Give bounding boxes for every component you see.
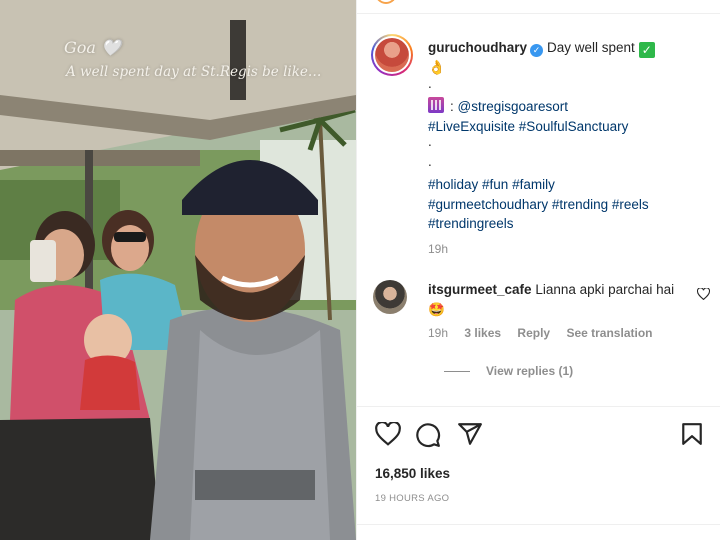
action-bar	[375, 422, 705, 448]
author-avatar-image	[375, 38, 409, 72]
author-username[interactable]: guruchoudhary	[428, 40, 527, 55]
check-mark-icon: ✓	[638, 42, 655, 58]
comment-likes[interactable]: 3 likes	[464, 326, 501, 340]
heart-icon[interactable]	[375, 422, 401, 446]
share-icon[interactable]	[457, 422, 483, 446]
comment-meta: 19h 3 likes Reply See translation	[428, 326, 665, 340]
post-sidebar: guruchoudhary ✓ Day well spent ✓ 👌 . : @str…	[356, 0, 720, 540]
caption-dot: .	[428, 75, 432, 91]
view-replies-button[interactable]: View replies (1)	[428, 364, 573, 378]
hashtags-line-1[interactable]: #LiveExquisite #SoulfulSanctuary	[428, 117, 708, 137]
caption-body: Day well spent	[547, 40, 635, 55]
reply-button[interactable]: Reply	[517, 326, 550, 340]
caption-dot: .	[428, 134, 432, 149]
comment-like-heart-icon[interactable]	[697, 288, 710, 300]
hashtags-line-3[interactable]: #gurmeetchoudhary #trending #reels	[428, 195, 708, 215]
reel-video-frame	[0, 0, 356, 540]
comment-icon[interactable]	[415, 422, 441, 448]
overlay-subtitle: A well spent day at St.Regis be like…	[66, 64, 322, 80]
mention-link[interactable]: @stregisgoaresort	[458, 99, 569, 114]
bookmark-icon[interactable]	[681, 422, 703, 446]
hashtags-line-4[interactable]: #trendingreels	[428, 214, 708, 234]
commenter-username[interactable]: itsgurmeet_cafe	[428, 282, 532, 297]
story-ring-icon[interactable]	[375, 0, 397, 4]
commenter-avatar[interactable]	[373, 280, 407, 314]
divider	[357, 524, 720, 525]
author-avatar[interactable]	[371, 34, 413, 76]
ok-hand-icon: 👌	[428, 59, 446, 75]
top-strip	[357, 0, 720, 14]
post-media[interactable]: Goa 🤍 A well spent day at St.Regis be li…	[0, 0, 356, 540]
caption-timestamp: 19h	[428, 241, 449, 256]
comment-body: Lianna apki parchai hai	[535, 282, 675, 297]
caption-dot: .	[428, 153, 432, 169]
hashtags-line-2[interactable]: #holiday #fun #family	[428, 175, 708, 195]
see-translation-button[interactable]: See translation	[566, 326, 652, 340]
star-struck-icon: 🤩	[428, 301, 445, 317]
caption-colon: :	[450, 99, 458, 114]
caption-text: guruchoudhary ✓ Day well spent ✓ 👌 . : @str…	[428, 38, 708, 259]
likes-count[interactable]: 16,850 likes	[375, 466, 450, 481]
comment-text: itsgurmeet_cafe Lianna apki parchai hai …	[428, 280, 678, 319]
hotel-icon	[428, 97, 444, 113]
comment-time: 19h	[428, 326, 449, 340]
verified-badge-icon: ✓	[530, 44, 544, 57]
post-timestamp: 19 HOURS AGO	[375, 493, 450, 504]
overlay-title: Goa 🤍	[64, 38, 121, 57]
divider	[357, 406, 720, 407]
